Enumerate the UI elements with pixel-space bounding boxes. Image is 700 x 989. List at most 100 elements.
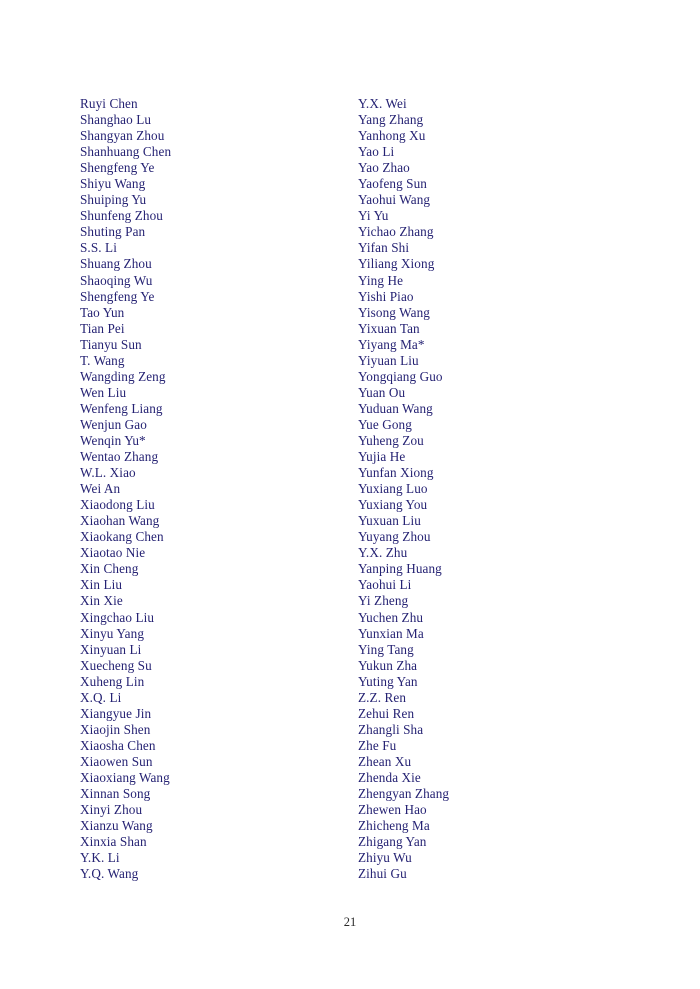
contributor-name: Yi Zheng — [358, 593, 409, 609]
contributor-name: Xin Liu — [80, 577, 123, 593]
contributor-name: Xuecheng Su — [80, 657, 152, 673]
contributor-name: Zhicheng Ma — [358, 818, 430, 834]
contributor-name-list: Ruyi Chen Shanghao Lu Shangyan Zhou Shanhua… — [80, 96, 620, 882]
contributor-column-right: Y.X. Wei Yang Zhang Yanhong Xu Yao Li Yao Zh… — [358, 96, 620, 882]
contributor-name: Yuxiang Luo — [358, 481, 428, 497]
contributor-name: Yi Yu — [358, 208, 389, 224]
contributor-name: Shanhuang Chen — [80, 144, 172, 160]
contributor-name: Zhiyu Wu — [358, 850, 412, 866]
contributor-name: Yuduan Wang — [358, 400, 433, 416]
contributor-name: Wenjun Gao — [80, 416, 147, 432]
contributor-name: Xiangyue Jin — [80, 705, 152, 721]
contributor-name: Tao Yun — [80, 304, 125, 320]
contributor-name: Yuheng Zou — [358, 432, 424, 448]
contributor-name: T. Wang — [80, 352, 125, 368]
contributor-name: Yuyang Zhou — [358, 529, 431, 545]
contributor-name: Shunfeng Zhou — [80, 208, 163, 224]
contributor-name: Zehui Ren — [358, 705, 415, 721]
contributor-name: Y.X. Wei — [358, 96, 407, 111]
contributor-name: Yongqiang Guo — [358, 368, 443, 384]
contributor-name: Yunxian Ma — [358, 625, 424, 641]
contributor-name: Ruyi Chen — [80, 96, 138, 111]
contributor-name: Shuiping Yu — [80, 192, 147, 208]
contributor-name: Xiaosha Chen — [80, 737, 156, 753]
contributor-name: Yang Zhang — [358, 112, 424, 128]
contributor-name: Yuting Yan — [358, 673, 418, 689]
contributor-name: Zhangli Sha — [358, 721, 424, 737]
contributor-name: Z.Z. Ren — [358, 689, 407, 705]
contributor-name: Xiaokang Chen — [80, 529, 164, 545]
contributor-name: Wen Liu — [80, 384, 127, 400]
contributor-name: Xinxia Shan — [80, 834, 147, 850]
contributor-name: Xinyuan Li — [80, 641, 142, 657]
contributor-name: Xiaoxiang Wang — [80, 769, 170, 785]
contributor-name: Xingchao Liu — [80, 609, 155, 625]
contributor-name: Xinyi Zhou — [80, 802, 143, 818]
contributor-name: Yaohui Wang — [358, 192, 431, 208]
contributor-name: Zihui Gu — [358, 866, 407, 882]
page-number: 21 — [343, 915, 357, 929]
contributor-name: Yisong Wang — [358, 304, 430, 320]
contributor-name: Wangding Zeng — [80, 368, 166, 384]
contributor-name: Tian Pei — [80, 320, 125, 336]
contributor-name: Yiliang Xiong — [358, 256, 435, 272]
contributor-name: Yukun Zha — [358, 657, 418, 673]
contributor-name: Shiyu Wang — [80, 176, 146, 192]
contributor-name: Yunfan Xiong — [358, 465, 434, 481]
contributor-name: Xiaowen Sun — [80, 753, 153, 769]
contributor-name: Yuxuan Liu — [358, 513, 421, 529]
contributor-name: Yifan Shi — [358, 240, 410, 256]
contributor-name: Shengfeng Ye — [80, 160, 155, 176]
contributor-name: Xinyu Yang — [80, 625, 145, 641]
contributor-name: Zhengyan Zhang — [358, 786, 450, 802]
contributor-name: Zhean Xu — [358, 753, 412, 769]
contributor-name: Zhigang Yan — [358, 834, 427, 850]
contributor-name: Yuxiang You — [358, 497, 428, 513]
contributor-name: Yiyuan Liu — [358, 352, 419, 368]
contributor-column-left: Ruyi Chen Shanghao Lu Shangyan Zhou Shanhua… — [80, 96, 358, 882]
contributor-name: Ying He — [358, 272, 404, 288]
contributor-name: Ying Tang — [358, 641, 414, 657]
contributor-name: Shaoqing Wu — [80, 272, 153, 288]
contributor-name: Yao Zhao — [358, 160, 410, 176]
contributor-name: Shuting Pan — [80, 224, 146, 240]
contributor-name: Shengfeng Ye — [80, 288, 155, 304]
contributor-name: Xuheng Lin — [80, 673, 145, 689]
contributor-name: Yue Gong — [358, 416, 412, 432]
contributor-name: Xin Cheng — [80, 561, 139, 577]
contributor-name: Yujia He — [358, 449, 406, 465]
contributor-name: Xin Xie — [80, 593, 123, 609]
contributor-name: Yuan Ou — [358, 384, 406, 400]
contributor-name: Xiaotao Nie — [80, 545, 146, 561]
contributor-name: Y.X. Zhu — [358, 545, 408, 561]
contributor-name: Yiyang Ma* — [358, 336, 425, 352]
contributor-name: Wenfeng Liang — [80, 400, 163, 416]
contributor-name: Shangyan Zhou — [80, 128, 165, 144]
contributor-name: S.S. Li — [80, 240, 117, 256]
document-page: Ruyi Chen Shanghao Lu Shangyan Zhou Shanhua… — [0, 0, 700, 989]
contributor-name: Yishi Piao — [358, 288, 414, 304]
contributor-name: Wentao Zhang — [80, 449, 159, 465]
contributor-name: Xianzu Wang — [80, 818, 153, 834]
contributor-name: Shuang Zhou — [80, 256, 152, 272]
contributor-name: Wei An — [80, 481, 121, 497]
contributor-name: Yaofeng Sun — [358, 176, 428, 192]
contributor-name: Xiaojin Shen — [80, 721, 151, 737]
contributor-name: Shanghao Lu — [80, 112, 152, 128]
contributor-name: Yuchen Zhu — [358, 609, 424, 625]
contributor-name: Xiaohan Wang — [80, 513, 160, 529]
contributor-name: Yixuan Tan — [358, 320, 420, 336]
contributor-name: W.L. Xiao — [80, 465, 136, 481]
contributor-name: Y.K. Li — [80, 850, 120, 866]
contributor-name: Yao Li — [358, 144, 395, 160]
contributor-name: Xinnan Song — [80, 786, 151, 802]
contributor-name: X.Q. Li — [80, 689, 122, 705]
contributor-name: Yanping Huang — [358, 561, 442, 577]
contributor-name: Zhewen Hao — [358, 802, 427, 818]
contributor-name: Zhe Fu — [358, 737, 397, 753]
contributor-name: Wenqin Yu* — [80, 432, 146, 448]
contributor-name: Yichao Zhang — [358, 224, 434, 240]
contributor-name: Yanhong Xu — [358, 128, 426, 144]
contributor-name: Y.Q. Wang — [80, 866, 139, 882]
contributor-name: Zhenda Xie — [358, 769, 421, 785]
